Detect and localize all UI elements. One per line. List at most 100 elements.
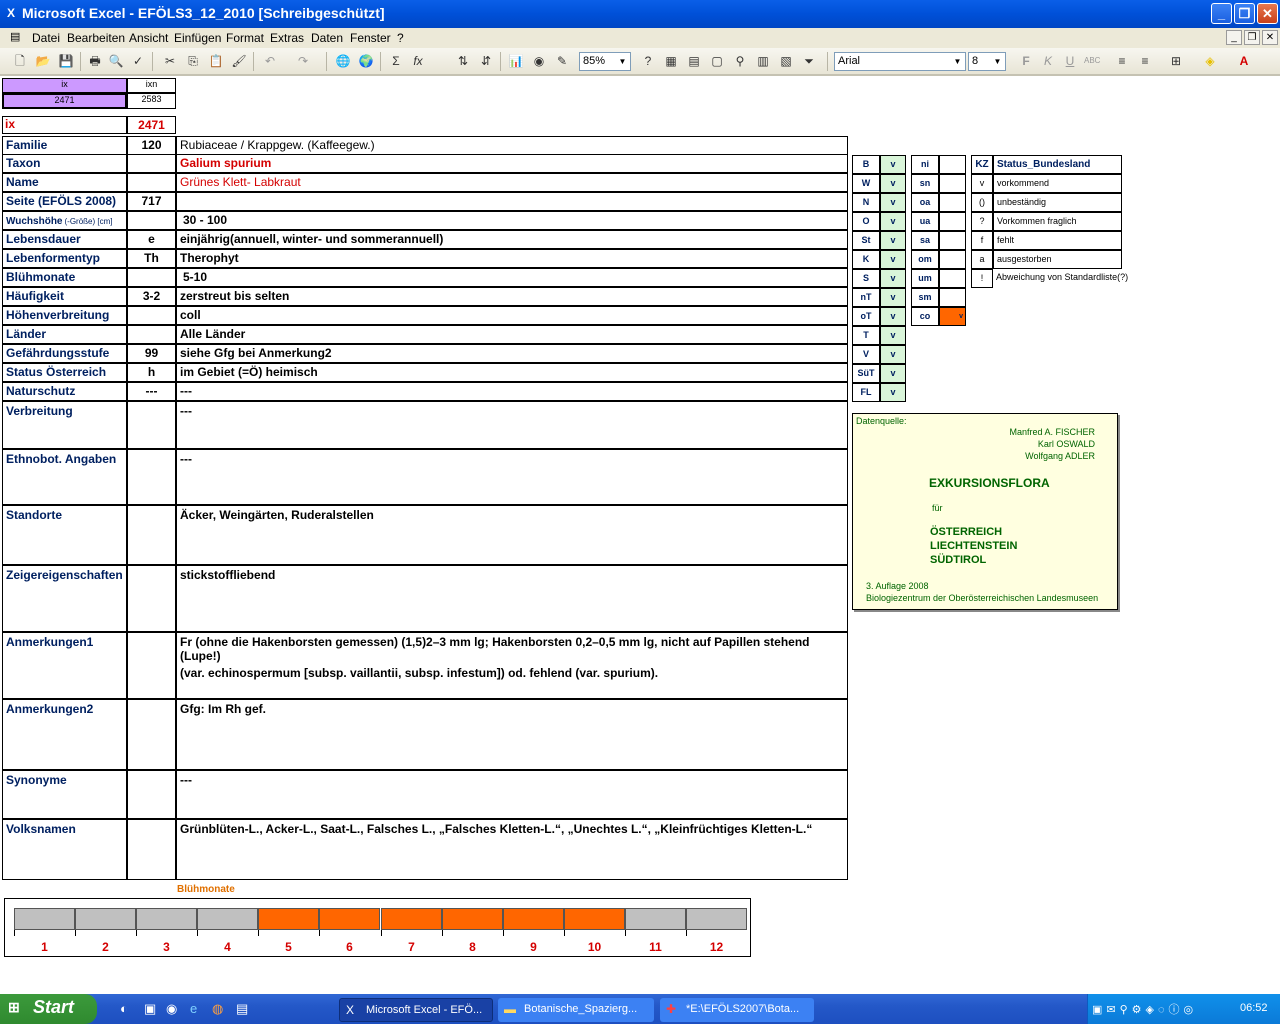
row-value[interactable]: zerstreut bis selten: [176, 287, 848, 306]
new-icon[interactable]: 🗋: [12, 53, 28, 69]
row-code[interactable]: 717: [127, 192, 176, 211]
row-label[interactable]: Lebenformentyp: [2, 249, 127, 268]
row-value[interactable]: [176, 192, 848, 211]
quicklaunch-icon-1[interactable]: ◐: [120, 1001, 128, 1016]
filter-icon[interactable]: ⏷: [801, 53, 817, 69]
bigrow-value[interactable]: stickstoffliebend: [176, 565, 848, 632]
state-value[interactable]: v: [880, 326, 906, 345]
height-value[interactable]: [939, 155, 966, 174]
row-code[interactable]: [127, 306, 176, 325]
task-excel[interactable]: X Microsoft Excel - EFÖ...: [339, 998, 493, 1022]
state-value[interactable]: v: [880, 269, 906, 288]
row-code[interactable]: [127, 325, 176, 344]
height-value[interactable]: [939, 174, 966, 193]
function-icon[interactable]: fx: [410, 53, 426, 69]
bigrow-code[interactable]: [127, 699, 176, 770]
open-icon[interactable]: 📂: [35, 53, 51, 69]
row-label[interactable]: Familie: [2, 136, 127, 155]
zoom-select[interactable]: 85% ▼: [579, 52, 631, 71]
task-editor[interactable]: ✚ *E:\EFÖLS2007\Bota...: [660, 998, 814, 1022]
bigrow-code[interactable]: [127, 505, 176, 565]
close-button[interactable]: ✕: [1257, 3, 1278, 24]
row-label[interactable]: Lebensdauer: [2, 230, 127, 249]
state-value[interactable]: v: [880, 288, 906, 307]
tool-icon-1[interactable]: ▦: [663, 53, 679, 69]
task-folder[interactable]: ▬ Botanische_Spazierg...: [498, 998, 654, 1022]
row-label[interactable]: Häufigkeit: [2, 287, 127, 306]
menu-daten[interactable]: Daten: [311, 31, 343, 45]
state-value[interactable]: v: [880, 174, 906, 193]
cut-icon[interactable]: ✂: [162, 53, 178, 69]
row-label[interactable]: Naturschutz: [2, 382, 127, 401]
redo-icon[interactable]: ↷: [295, 53, 311, 69]
minimize-button[interactable]: _: [1211, 3, 1232, 24]
quicklaunch-icon-6[interactable]: ▤: [236, 1001, 248, 1017]
map-icon[interactable]: ◉: [531, 53, 547, 69]
doc-minimize-button[interactable]: _: [1226, 30, 1242, 45]
borders-icon[interactable]: ⊞: [1168, 53, 1184, 69]
row-code[interactable]: [127, 268, 176, 287]
paste-icon[interactable]: 📋: [208, 53, 224, 69]
save-icon[interactable]: 💾: [58, 53, 74, 69]
row-value[interactable]: siehe Gfg bei Anmerkung2: [176, 344, 848, 363]
row-code[interactable]: Th: [127, 249, 176, 268]
quicklaunch-icon-3[interactable]: ◉: [166, 1001, 177, 1017]
tool-icon-2[interactable]: ▤: [686, 53, 702, 69]
row-code[interactable]: e: [127, 230, 176, 249]
row-code[interactable]: 120: [127, 136, 176, 155]
row-value[interactable]: Rubiaceae / Krappgew. (Kaffeegew.): [176, 136, 848, 155]
row-value[interactable]: ---: [176, 382, 848, 401]
state-value[interactable]: v: [880, 383, 906, 402]
bigrow-code[interactable]: [127, 819, 176, 880]
help-icon[interactable]: ?: [640, 53, 656, 69]
height-value[interactable]: [939, 269, 966, 288]
sort-asc-icon[interactable]: ⇅: [455, 53, 471, 69]
bold-icon[interactable]: F: [1018, 53, 1034, 69]
format-painter-icon[interactable]: 🖌: [231, 53, 247, 69]
restore-button[interactable]: ❐: [1234, 3, 1255, 24]
font-size-select[interactable]: 8 ▼: [968, 52, 1006, 71]
italic-icon[interactable]: K: [1040, 53, 1056, 69]
print-icon[interactable]: 🖶: [87, 53, 103, 69]
state-value[interactable]: v: [880, 212, 906, 231]
doc-icon[interactable]: ▤: [10, 30, 20, 43]
autosum-icon[interactable]: Σ: [388, 53, 404, 69]
row-label[interactable]: Länder: [2, 325, 127, 344]
bigrow-value[interactable]: Fr (ohne die Hakenborsten gemessen) (1,5…: [176, 632, 848, 699]
ix-value-cell[interactable]: 2471: [2, 93, 127, 109]
bigrow-value[interactable]: Gfg: Im Rh gef.: [176, 699, 848, 770]
menu-einfuegen[interactable]: Einfügen: [174, 31, 221, 45]
doc-restore-button[interactable]: ❐: [1244, 30, 1260, 45]
align-left-icon[interactable]: ≡: [1114, 53, 1130, 69]
state-value[interactable]: v: [880, 364, 906, 383]
bigrow-value[interactable]: ---: [176, 401, 848, 449]
tool-icon-5[interactable]: ▧: [778, 53, 794, 69]
web-icon[interactable]: 🌍: [358, 53, 374, 69]
bigrow-value[interactable]: Äcker, Weingärten, Ruderalstellen: [176, 505, 848, 565]
height-value[interactable]: [939, 250, 966, 269]
state-value[interactable]: v: [880, 231, 906, 250]
state-value[interactable]: v: [880, 307, 906, 326]
bigrow-value[interactable]: ---: [176, 449, 848, 505]
copy-icon[interactable]: ⎘: [185, 53, 201, 69]
height-value[interactable]: [939, 193, 966, 212]
doc-close-button[interactable]: ✕: [1262, 30, 1278, 45]
row-value[interactable]: im Gebiet (=Ö) heimisch: [176, 363, 848, 382]
font-color-icon[interactable]: A: [1236, 53, 1252, 69]
row-label[interactable]: Name: [2, 173, 127, 192]
row-label[interactable]: Seite (EFÖLS 2008): [2, 192, 127, 211]
fill-color-icon[interactable]: ◈: [1202, 53, 1218, 69]
row-value[interactable]: Alle Länder: [176, 325, 848, 344]
height-value[interactable]: [939, 212, 966, 231]
ie-icon[interactable]: e: [190, 1001, 197, 1016]
row-code[interactable]: [127, 173, 176, 192]
bigrow-code[interactable]: [127, 449, 176, 505]
state-value[interactable]: v: [880, 345, 906, 364]
underline-icon[interactable]: U: [1062, 53, 1078, 69]
tool-icon-4[interactable]: ▥: [755, 53, 771, 69]
ixn-value-cell[interactable]: 2583: [127, 93, 176, 109]
font-select[interactable]: Arial ▼: [834, 52, 966, 71]
sort-desc-icon[interactable]: ⇵: [478, 53, 494, 69]
height-value[interactable]: [939, 231, 966, 250]
row-code[interactable]: ---: [127, 382, 176, 401]
